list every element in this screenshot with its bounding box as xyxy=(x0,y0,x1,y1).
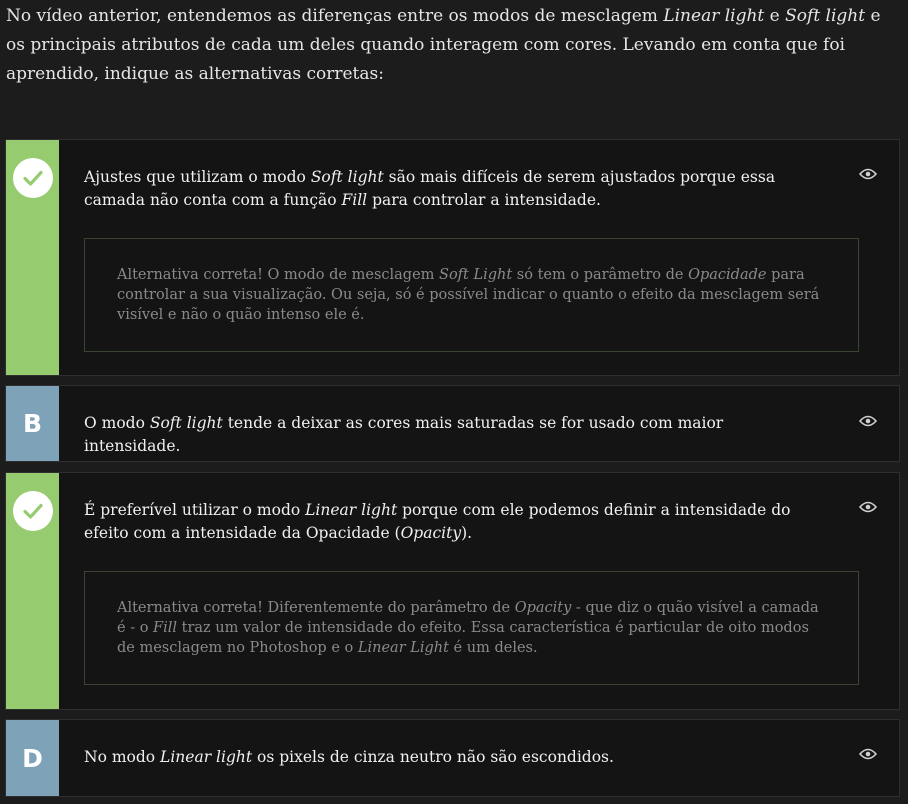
alternative-text: É preferível utilizar o modo Linear ligh… xyxy=(84,501,791,542)
eye-icon[interactable] xyxy=(859,748,877,760)
correct-marker xyxy=(6,140,59,375)
letter-badge: B xyxy=(6,386,59,461)
question-text: No vídeo anterior, entendemos as diferen… xyxy=(6,6,881,84)
letter-label: D xyxy=(22,743,43,773)
check-icon xyxy=(12,491,53,531)
check-icon xyxy=(12,158,53,198)
alternative-a[interactable]: Ajustes que utilizam o modo Soft light s… xyxy=(5,139,900,376)
eye-icon[interactable] xyxy=(859,501,877,513)
alternative-d[interactable]: D No modo Linear light os pixels de cinz… xyxy=(5,719,900,797)
letter-label: B xyxy=(22,409,43,438)
eye-icon[interactable] xyxy=(859,415,877,427)
alternative-b[interactable]: B O modo Soft light tende a deixar as co… xyxy=(5,385,900,462)
letter-badge: D xyxy=(6,720,59,796)
correct-marker xyxy=(6,473,59,709)
alternative-c[interactable]: É preferível utilizar o modo Linear ligh… xyxy=(5,472,900,710)
eye-icon[interactable] xyxy=(859,168,877,180)
feedback-box: Alternativa correta! O modo de mesclagem… xyxy=(84,238,859,352)
feedback-box: Alternativa correta! Diferentemente do p… xyxy=(84,571,859,685)
alternative-text: O modo Soft light tende a deixar as core… xyxy=(84,414,724,455)
alternative-text: No modo Linear light os pixels de cinza … xyxy=(84,748,614,766)
alternative-text: Ajustes que utilizam o modo Soft light s… xyxy=(84,168,776,209)
